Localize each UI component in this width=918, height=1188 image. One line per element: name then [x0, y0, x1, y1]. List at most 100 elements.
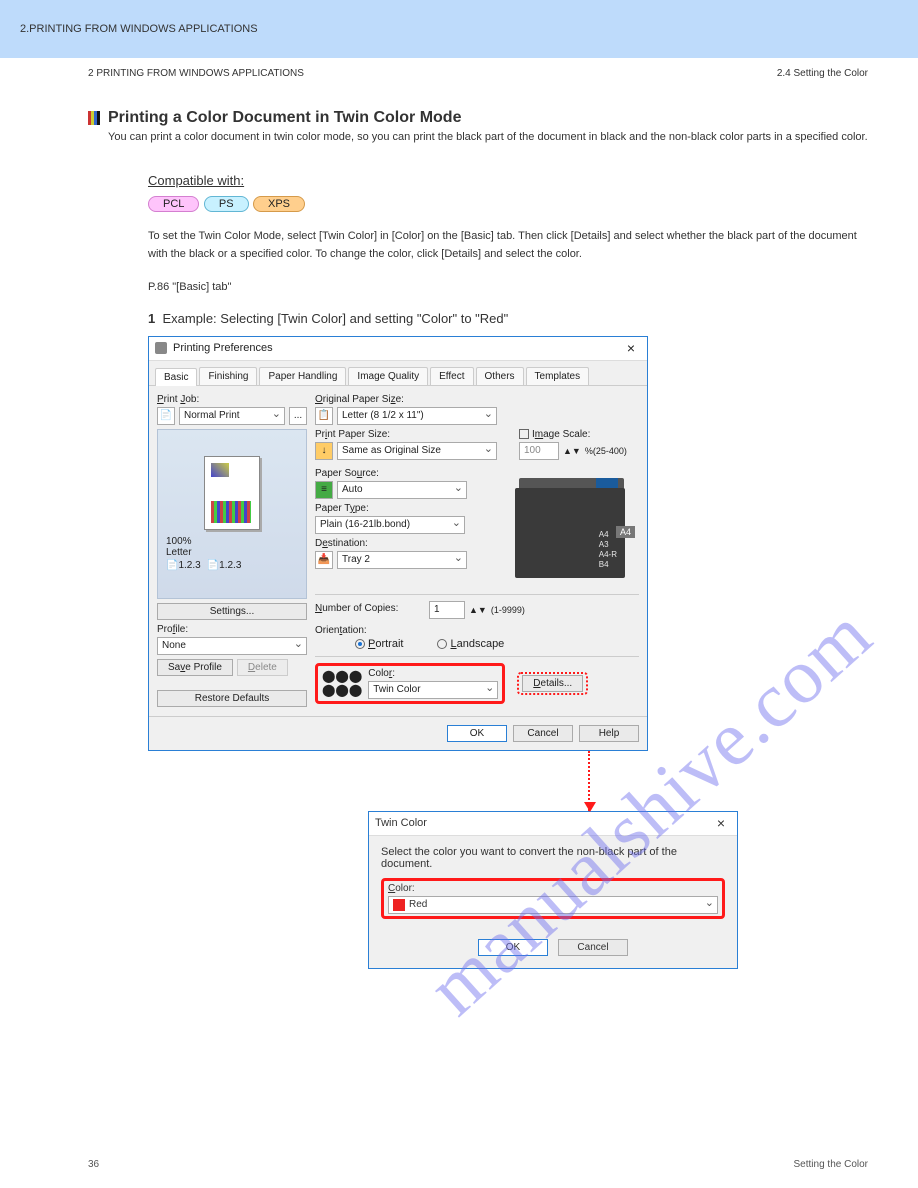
tab-others[interactable]: Others	[476, 367, 524, 385]
preview-size: Letter	[166, 547, 241, 558]
tab-paper-handling[interactable]: Paper Handling	[259, 367, 346, 385]
cancel-button[interactable]: Cancel	[513, 725, 573, 742]
close-icon[interactable]: ×	[621, 340, 641, 356]
tab-image-quality[interactable]: Image Quality	[348, 367, 428, 385]
paper-source-icon: ≡	[315, 481, 333, 499]
preview-paper	[204, 456, 260, 530]
details-button[interactable]: Details...	[522, 675, 583, 692]
preview-pages-2: 1.2.3	[219, 560, 241, 571]
restore-defaults-button[interactable]: Restore Defaults	[157, 690, 307, 707]
destination-label: Destination:	[315, 538, 485, 549]
mfp-large-tray: A4	[616, 526, 635, 538]
copies-input[interactable]: 1	[429, 601, 465, 619]
top-bar: 2.PRINTING FROM WINDOWS APPLICATIONS	[0, 0, 918, 58]
twin-instruction: Select the color you want to convert the…	[381, 846, 725, 870]
color-label: Color:	[368, 668, 498, 679]
color-swatch-icon	[393, 899, 405, 911]
twin-close-icon[interactable]: ×	[711, 815, 731, 831]
tab-templates[interactable]: Templates	[526, 367, 590, 385]
dialog-left-column: Print Job: 📄 Normal Print ... 100% Lette…	[157, 394, 307, 708]
header-right: 2.4 Setting the Color	[777, 68, 868, 79]
section-icon	[88, 111, 102, 125]
arrow-down-icon: ↓	[315, 442, 333, 460]
tab-basic[interactable]: Basic	[155, 368, 197, 386]
copies-label: Number of Copies:	[315, 603, 425, 614]
print-job-value: Normal Print	[184, 410, 240, 421]
print-paper-label: Print Paper Size:	[315, 429, 505, 440]
paper-type-label: Paper Type:	[315, 503, 485, 514]
profile-value: None	[162, 640, 186, 651]
twin-color-select[interactable]: Red	[388, 896, 718, 914]
printing-preferences-dialog: Printing Preferences × Basic Finishing P…	[148, 336, 648, 751]
page-header: 2 PRINTING FROM WINDOWS APPLICATIONS 2.4…	[0, 58, 918, 79]
section-title-text: Printing a Color Document in Twin Color …	[108, 109, 461, 127]
dialog-body: Print Job: 📄 Normal Print ... 100% Lette…	[149, 386, 647, 716]
paper-type-select[interactable]: Plain (16-21lb.bond)	[315, 516, 465, 534]
profile-select[interactable]: None	[157, 637, 307, 655]
twin-cancel-button[interactable]: Cancel	[558, 939, 628, 956]
print-paper-value: Same as Original Size	[342, 445, 441, 456]
color-select[interactable]: Twin Color	[368, 681, 498, 699]
ok-button[interactable]: OK	[447, 725, 507, 742]
step-text: Example: Selecting [Twin Color] and sett…	[162, 311, 508, 326]
dialog-titlebar: Printing Preferences ×	[149, 337, 647, 361]
preview-pages-1: 1.2.3	[178, 560, 200, 571]
body-text-1: To set the Twin Color Mode, select [Twin…	[148, 228, 868, 263]
printjob-icon: 📄	[157, 407, 175, 425]
settings-button[interactable]: Settings...	[157, 603, 307, 620]
compatible-row: Compatible with: PCL PS XPS	[148, 173, 868, 212]
details-highlight: Details...	[517, 672, 588, 695]
save-profile-button[interactable]: Save Profile	[157, 659, 233, 676]
dialog-right-column: Original Paper Size: 📋 Letter (8 1/2 x 1…	[315, 394, 639, 708]
portrait-radio[interactable]: Portrait	[355, 638, 403, 650]
tab-finishing[interactable]: Finishing	[199, 367, 257, 385]
twin-color-value: Red	[409, 899, 427, 910]
mfp-image: A4 A3 A4-R B4 A4	[497, 468, 632, 588]
twin-title: Twin Color	[375, 817, 427, 829]
copies-range: (1-9999)	[491, 605, 525, 615]
dialog-wrap: manualshive.com Printing Preferences × B…	[148, 336, 868, 969]
section-title: Printing a Color Document in Twin Color …	[88, 109, 868, 127]
destination-icon: 📥	[315, 551, 333, 569]
printer-icon	[155, 342, 167, 354]
image-scale-input[interactable]: 100	[519, 442, 559, 460]
footer-doc: Setting the Color	[794, 1159, 869, 1170]
image-scale-label: Image Scale:	[519, 429, 627, 440]
twin-color-label: Color:	[388, 883, 718, 894]
image-scale-checkbox[interactable]	[519, 429, 529, 439]
profile-label: Profile:	[157, 624, 307, 635]
color-highlight: ⬤⬤⬤⬤⬤⬤ Color: Twin Color	[315, 663, 505, 704]
twin-titlebar: Twin Color ×	[369, 812, 737, 836]
orig-paper-label: Original Paper Size:	[315, 394, 639, 405]
dialog-footer: OK Cancel Help	[149, 716, 647, 750]
example-step: 1 Example: Selecting [Twin Color] and se…	[148, 311, 868, 326]
print-paper-select[interactable]: Same as Original Size	[337, 442, 497, 460]
preview-area: 100% Letter 📄1.2.3 📄1.2.3	[157, 429, 307, 599]
twin-color-dialog: Twin Color × Select the color you want t…	[368, 811, 738, 969]
section-subtitle: You can print a color document in twin c…	[108, 131, 868, 143]
help-button[interactable]: Help	[579, 725, 639, 742]
content: Printing a Color Document in Twin Color …	[0, 109, 918, 1029]
chapter-label: 2.PRINTING FROM WINDOWS APPLICATIONS	[20, 23, 258, 35]
tab-effect[interactable]: Effect	[430, 367, 473, 385]
print-job-label: Print Job:	[157, 394, 307, 405]
header-left: 2 PRINTING FROM WINDOWS APPLICATIONS	[88, 68, 304, 79]
delete-button[interactable]: Delete	[237, 659, 288, 676]
orig-paper-select[interactable]: Letter (8 1/2 x 11")	[337, 407, 497, 425]
paper-source-select[interactable]: Auto	[337, 481, 467, 499]
landscape-radio[interactable]: Landscape	[437, 638, 504, 650]
pill-ps: PS	[204, 196, 249, 212]
pill-pcl: PCL	[148, 196, 199, 212]
print-job-select[interactable]: Normal Print	[179, 407, 285, 425]
tab-row: Basic Finishing Paper Handling Image Qua…	[149, 361, 647, 386]
dialog-title: Printing Preferences	[173, 342, 273, 354]
destination-select[interactable]: Tray 2	[337, 551, 467, 569]
body-text-2: P.86 "[Basic] tab"	[148, 279, 868, 297]
twin-ok-button[interactable]: OK	[478, 939, 548, 956]
orig-paper-value: Letter (8 1/2 x 11")	[342, 410, 424, 421]
printjob-more-button[interactable]: ...	[289, 407, 307, 425]
arrow-down-icon	[588, 751, 590, 811]
preview-zoom: 100%	[166, 536, 241, 547]
doc-footer: 36 Setting the Color	[88, 1159, 868, 1170]
color-icon: ⬤⬤⬤⬤⬤⬤	[322, 669, 362, 697]
